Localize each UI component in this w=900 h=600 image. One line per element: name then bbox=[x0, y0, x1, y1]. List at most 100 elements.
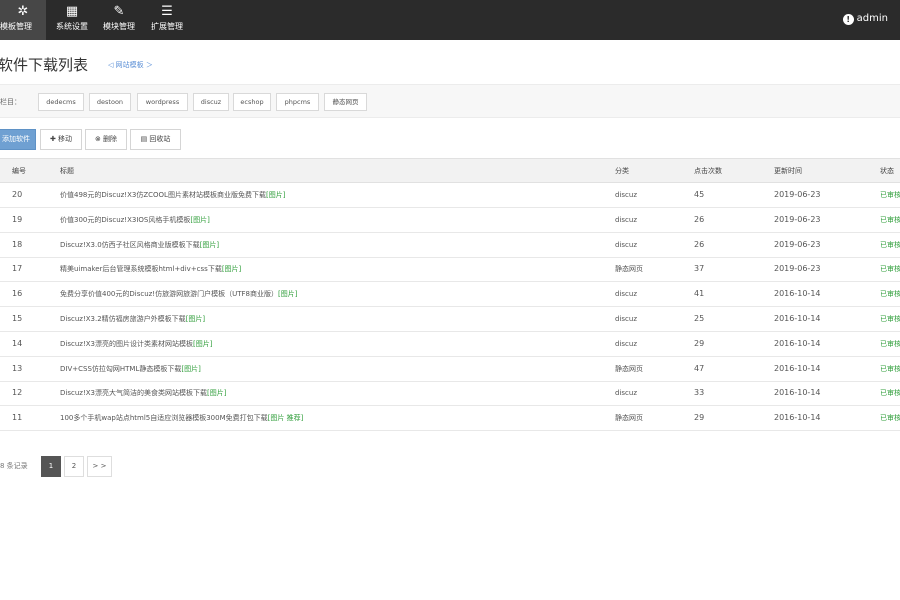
table-header: 编号 标题 分类 点击次数 更新时间 状态 bbox=[0, 158, 900, 183]
table-row: 12 Discuz!X3漂亮大气简洁的美食类网站模板下载[图片] discuz 33 2… bbox=[0, 381, 900, 407]
row-title-link[interactable]: Discuz!X3漂亮大气简洁的美食类网站模板下载[图片] bbox=[60, 381, 605, 406]
row-id: 14 bbox=[12, 338, 23, 348]
row-clicks: 45 bbox=[694, 190, 705, 199]
row-title-text: Discuz!X3漂亮的图片设计类素材网站模板 bbox=[60, 339, 193, 348]
table-row: 15 Discuz!X3.2精仿福房旅游户外模板下载[图片] discuz 25 201… bbox=[0, 307, 900, 332]
breadcrumb[interactable]: ◁ 网站模板 ＞ bbox=[108, 60, 153, 70]
row-category: discuz bbox=[615, 240, 637, 249]
admin-username: admin bbox=[856, 13, 888, 24]
recycle-bin-button[interactable]: ▤ 回收站 bbox=[130, 129, 181, 150]
nav-system-settings[interactable]: ▦ 系统设置 bbox=[52, 0, 92, 40]
nav-module-management[interactable]: ✎ 模块管理 bbox=[98, 0, 140, 40]
row-updated: 2019-06-23 bbox=[774, 239, 821, 249]
table-row: 17 精美uimaker后台管理系统模板html+div+css下载[图片] 静态网… bbox=[0, 257, 900, 283]
pagination-total: 8 条记录 bbox=[0, 462, 28, 470]
row-status[interactable]: 已审核 bbox=[880, 257, 900, 282]
row-status[interactable]: 已审核 bbox=[880, 381, 900, 406]
filter-label: 栏目： bbox=[0, 98, 21, 106]
filter-tag-static[interactable]: 静态网页 bbox=[324, 93, 367, 111]
delete-button[interactable]: ⊗ 删除 bbox=[85, 129, 127, 150]
row-updated: 2016-10-14 bbox=[774, 363, 821, 373]
row-title-link[interactable]: 精美uimaker后台管理系统模板html+div+css下载[图片] bbox=[60, 257, 605, 282]
row-title-link[interactable]: Discuz!X3.2精仿福房旅游户外模板下载[图片] bbox=[60, 307, 605, 332]
row-title-text: 免费分享价值400元的Discuz!仿旅游网旅游门户模板（UTF8商业版） bbox=[60, 290, 278, 299]
row-clicks: 33 bbox=[694, 388, 705, 398]
table-row: 13 DIV+CSS仿拉勾网HTML静态模板下载[图片] 静态网页 47 2016-10… bbox=[0, 357, 900, 382]
row-title-text: 价值498元的Discuz!X3仿ZCOOL图片素材站模板商业版免费下载 bbox=[60, 191, 266, 199]
row-title-link[interactable]: 100多个手机wap站点html5自适应浏览器模板300M免费打包下载[图片 推… bbox=[60, 406, 605, 431]
filter-tag-wordpress[interactable]: wordpress bbox=[137, 93, 188, 111]
move-button[interactable]: ✚ 移动 bbox=[40, 129, 82, 150]
row-image-tag: [图片 推荐] bbox=[267, 414, 304, 423]
row-category: discuz bbox=[615, 191, 637, 199]
row-image-tag: [图片] bbox=[278, 290, 298, 299]
row-title-text: 精美uimaker后台管理系统模板html+div+css下载 bbox=[60, 265, 222, 274]
gear-icon: ✲ bbox=[17, 4, 29, 19]
row-category: discuz bbox=[615, 290, 637, 299]
row-updated: 2016-10-14 bbox=[774, 338, 821, 348]
row-status[interactable]: 已审核 bbox=[880, 282, 900, 307]
row-clicks: 26 bbox=[694, 214, 705, 224]
row-status[interactable]: 已审核 bbox=[880, 307, 900, 332]
filter-tag-destoon[interactable]: destoon bbox=[89, 93, 131, 111]
next-page-button[interactable]: > > bbox=[87, 456, 112, 477]
page-title: 软件下载列表 bbox=[0, 56, 89, 74]
row-title-link[interactable]: 免费分享价值400元的Discuz!仿旅游网旅游门户模板（UTF8商业版）[图片… bbox=[60, 282, 605, 307]
row-category: discuz bbox=[615, 339, 637, 348]
row-status[interactable]: 已审核 bbox=[880, 406, 900, 431]
row-clicks: 47 bbox=[694, 363, 705, 373]
page-2-button[interactable]: 2 bbox=[64, 456, 84, 477]
row-image-tag: [图片] bbox=[265, 191, 286, 199]
row-status[interactable]: 已审核 bbox=[880, 233, 900, 258]
header-title: 标题 bbox=[60, 167, 74, 175]
row-id: 11 bbox=[12, 413, 23, 423]
filter-tag-ecshop[interactable]: ecshop bbox=[233, 93, 271, 111]
row-category: 静态网页 bbox=[615, 364, 643, 373]
nav-extension-management[interactable]: ☰ 扩展管理 bbox=[146, 0, 188, 40]
row-title-link[interactable]: 价值498元的Discuz!X3仿ZCOOL图片素材站模板商业版免费下载[图片] bbox=[60, 183, 605, 208]
page-1-button[interactable]: 1 bbox=[41, 456, 61, 477]
row-category: discuz bbox=[615, 215, 637, 224]
table-row: 16 免费分享价值400元的Discuz!仿旅游网旅游门户模板（UTF8商业版）[… bbox=[0, 282, 900, 308]
row-image-tag: [图片] bbox=[181, 364, 201, 373]
table-row: 20 价值498元的Discuz!X3仿ZCOOL图片素材站模板商业版免费下载[图… bbox=[0, 183, 900, 208]
add-software-button[interactable]: 添加软件 bbox=[0, 129, 36, 150]
row-title-text: Discuz!X3.2精仿福房旅游户外模板下载 bbox=[60, 315, 186, 323]
row-title-link[interactable]: 价值300元的Discuz!X3IOS风格手机模板[图片] bbox=[60, 208, 605, 233]
row-updated: 2016-10-14 bbox=[774, 413, 821, 423]
row-category: discuz bbox=[615, 315, 637, 323]
nav-template-management[interactable]: ✲ 模板管理 bbox=[0, 0, 46, 40]
row-title-link[interactable]: Discuz!X3.0仿西子社区风格商业版模板下载[图片] bbox=[60, 233, 605, 258]
row-id: 20 bbox=[12, 190, 23, 199]
user-icon: ! bbox=[842, 14, 854, 25]
row-status[interactable]: 已审核 bbox=[880, 332, 900, 357]
header-category: 分类 bbox=[615, 167, 629, 175]
row-updated: 2019-06-23 bbox=[774, 214, 821, 224]
row-id: 19 bbox=[12, 214, 23, 224]
row-updated: 2016-10-14 bbox=[774, 388, 821, 398]
row-id: 16 bbox=[12, 289, 23, 299]
row-clicks: 41 bbox=[694, 289, 705, 299]
admin-user-menu[interactable]: ! admin bbox=[842, 13, 888, 25]
filter-tag-discuz[interactable]: discuz bbox=[193, 93, 229, 111]
grid-icon: ▦ bbox=[65, 4, 79, 19]
row-status[interactable]: 已审核 bbox=[880, 357, 900, 382]
nav-label: 系统设置 bbox=[56, 22, 88, 31]
header-id: 编号 bbox=[12, 167, 26, 175]
table-row: 18 Discuz!X3.0仿西子社区风格商业版模板下载[图片] discuz 26 2… bbox=[0, 233, 900, 258]
row-title-link[interactable]: Discuz!X3漂亮的图片设计类素材网站模板[图片] bbox=[60, 332, 605, 357]
filter-tag-phpcms[interactable]: phpcms bbox=[276, 93, 319, 111]
row-status[interactable]: 已审核 bbox=[880, 208, 900, 233]
header-updated: 更新时间 bbox=[774, 167, 802, 175]
row-updated: 2016-10-14 bbox=[774, 289, 821, 299]
row-status[interactable]: 已审核 bbox=[880, 183, 900, 208]
row-image-tag: [图片] bbox=[190, 215, 210, 224]
row-id: 13 bbox=[12, 363, 23, 373]
row-image-tag: [图片] bbox=[199, 240, 220, 249]
row-updated: 2019-06-23 bbox=[774, 190, 821, 199]
row-title-link[interactable]: DIV+CSS仿拉勾网HTML静态模板下载[图片] bbox=[60, 357, 605, 382]
filter-tag-dedecms[interactable]: dedecms bbox=[38, 93, 84, 111]
nav-label: 扩展管理 bbox=[151, 22, 183, 31]
row-title-text: 价值300元的Discuz!X3IOS风格手机模板 bbox=[60, 215, 191, 224]
row-clicks: 37 bbox=[694, 264, 705, 274]
